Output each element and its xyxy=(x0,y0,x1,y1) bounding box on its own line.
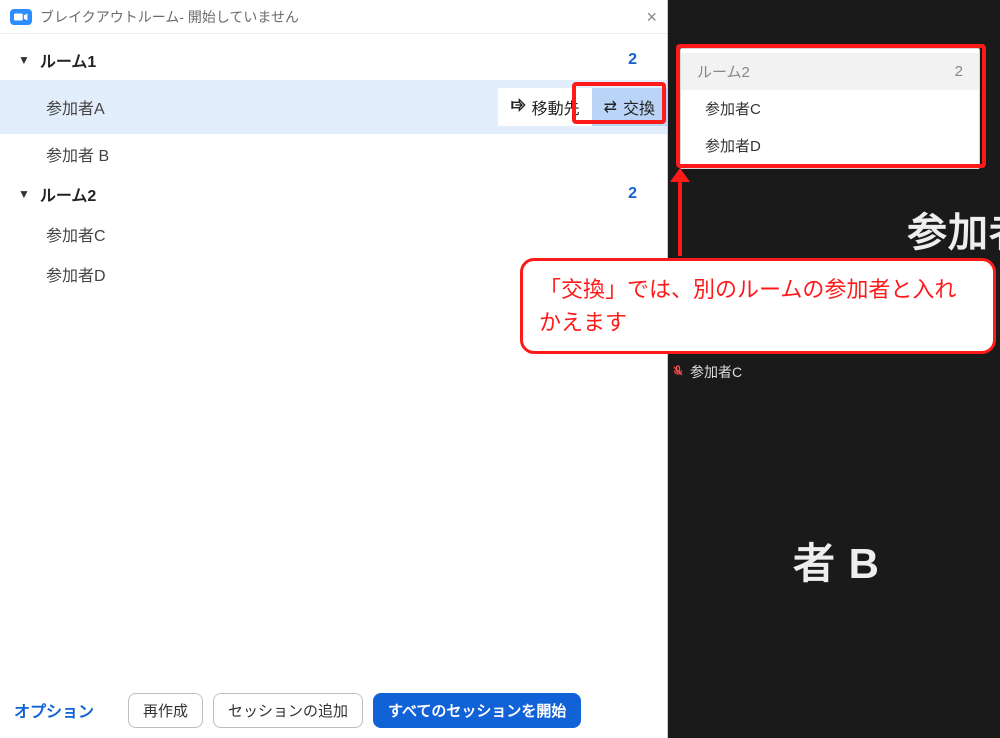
room-header[interactable]: ▼ ルーム2 2 xyxy=(0,174,667,214)
window-title: ブレイクアウトルーム- 開始していません xyxy=(40,7,299,27)
room-name: ルーム2 xyxy=(40,182,96,206)
options-link[interactable]: オプション xyxy=(14,698,94,722)
move-label: 移動先 xyxy=(532,95,580,119)
recreate-button[interactable]: 再作成 xyxy=(128,693,203,728)
start-all-sessions-button[interactable]: すべてのセッションを開始 xyxy=(373,693,581,728)
add-session-button[interactable]: セッションの追加 xyxy=(213,693,363,728)
exchange-button[interactable]: ⇄ 交換 xyxy=(592,88,667,126)
exchange-target-item[interactable]: 参加者D xyxy=(681,127,979,164)
close-icon[interactable]: × xyxy=(646,8,657,26)
room-name: ルーム1 xyxy=(40,48,96,72)
popup-room-count: 2 xyxy=(955,63,963,80)
participant-row[interactable]: 参加者C xyxy=(0,214,667,254)
participant-label-muted: 参加者C xyxy=(672,362,742,382)
participant-name: 参加者 B xyxy=(46,142,109,166)
move-to-button[interactable]: 移動先 xyxy=(498,88,592,126)
room-count: 2 xyxy=(628,185,655,203)
move-icon xyxy=(510,97,526,118)
chevron-down-icon: ▼ xyxy=(18,53,30,67)
exchange-target-popup: ルーム2 2 参加者C 参加者D xyxy=(680,48,980,169)
chevron-down-icon: ▼ xyxy=(18,187,30,201)
room-header[interactable]: ▼ ルーム1 2 xyxy=(0,40,667,80)
room-count: 2 xyxy=(628,51,655,69)
annotation-callout: 「交換」では、別のルームの参加者と入れかえます xyxy=(520,258,996,354)
participant-name: 参加者C xyxy=(690,362,742,382)
participant-name: 参加者D xyxy=(46,262,106,286)
swap-icon: ⇄ xyxy=(604,97,617,117)
breakout-rooms-dialog: ブレイクアウトルーム- 開始していません × ▼ ルーム1 2 参加者A 移動先 xyxy=(0,0,668,738)
popup-room-header: ルーム2 2 xyxy=(681,53,979,90)
dialog-footer: オプション 再作成 セッションの追加 すべてのセッションを開始 xyxy=(0,682,667,738)
participant-name: 参加者A xyxy=(46,95,105,119)
participant-name: 参加者C xyxy=(46,222,106,246)
participant-row[interactable]: 参加者 B xyxy=(0,134,667,174)
mic-muted-icon xyxy=(672,364,684,380)
video-tile-label: 参加者 xyxy=(907,200,1000,258)
participant-row[interactable]: 参加者A 移動先 ⇄ 交換 xyxy=(0,80,667,134)
popup-room-name: ルーム2 xyxy=(697,61,750,82)
zoom-icon xyxy=(10,9,32,25)
exchange-target-item[interactable]: 参加者C xyxy=(681,90,979,127)
video-tile-label: 者 B xyxy=(793,530,880,591)
titlebar: ブレイクアウトルーム- 開始していません × xyxy=(0,0,667,34)
rooms-list: ▼ ルーム1 2 参加者A 移動先 ⇄ 交換 xyxy=(0,34,667,682)
exchange-label: 交換 xyxy=(623,95,655,119)
annotation-arrow xyxy=(678,170,682,256)
